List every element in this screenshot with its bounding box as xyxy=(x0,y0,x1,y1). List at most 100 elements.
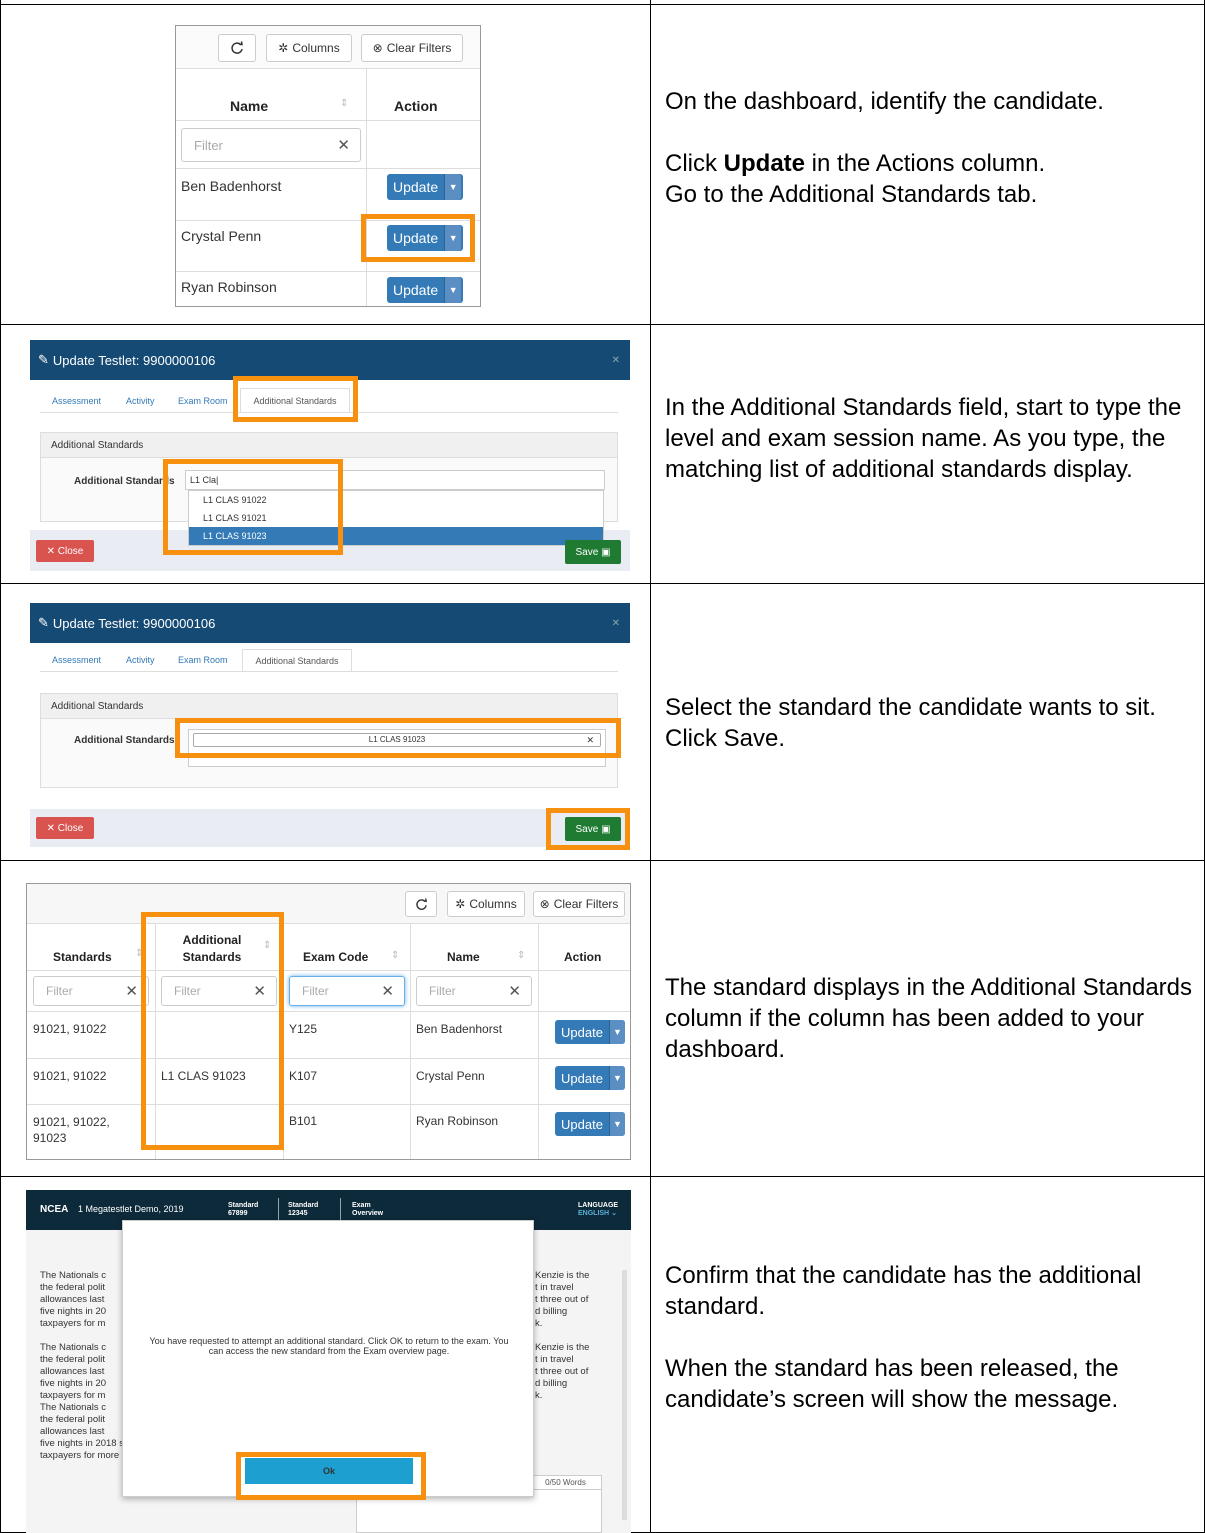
column-divider xyxy=(650,0,651,1533)
dashboard-screenshot: ✲ Columns ⊗ Clear Filters Name ⇕ Action Fi… xyxy=(175,25,481,307)
standards-cell: 91021, 91022 xyxy=(33,1022,107,1036)
columns-button[interactable]: ✲ Columns xyxy=(266,34,352,62)
pencil-icon: ✎ xyxy=(38,615,49,630)
update-button[interactable]: Update ▼ xyxy=(555,1066,625,1090)
name-filter-input[interactable]: Filter ✕ xyxy=(416,976,532,1006)
tab-additional-standards[interactable]: Additional Standards xyxy=(242,649,352,671)
gear-icon: ✲ xyxy=(455,897,466,911)
tab-assessment[interactable]: Assessment xyxy=(52,655,101,665)
tab-activity[interactable]: Activity xyxy=(126,396,155,406)
modal-header: ✎ Update Testlet: 9900000106 ✕ xyxy=(30,603,630,643)
save-icon: ▣ xyxy=(601,546,611,558)
refresh-button[interactable] xyxy=(218,34,256,62)
dialog-message: You have requested to attempt an additio… xyxy=(149,1336,509,1356)
step-2-text: In the Additional Standards field, start… xyxy=(665,394,1182,483)
tab-exam-room[interactable]: Exam Room xyxy=(178,396,228,406)
header-action: Action xyxy=(394,98,438,114)
step-5-text: Confirm that the candidate has the addit… xyxy=(665,1262,1142,1413)
row-divider xyxy=(0,1176,1205,1177)
field-label: Additional Standards xyxy=(74,476,175,487)
header-name[interactable]: Name xyxy=(230,98,268,114)
standards-filter-input[interactable]: Filter ✕ xyxy=(33,976,149,1006)
sort-icon[interactable]: ⇕ xyxy=(340,98,348,109)
highlight-box xyxy=(361,214,475,262)
brand-label: NCEA xyxy=(40,1204,69,1215)
highlight-box xyxy=(236,1452,426,1500)
chevron-down-icon: ⌄ xyxy=(611,1210,617,1217)
exam-code-filter-input[interactable]: Filter ✕ xyxy=(289,976,405,1006)
step-1-text: On the dashboard, identify the candidate… xyxy=(665,88,1104,208)
caret-down-icon[interactable]: ▼ xyxy=(608,1112,625,1136)
name-cell: Ben Badenhorst xyxy=(416,1022,503,1036)
language-select[interactable]: LANGUAGE ENGLISH ⌄ xyxy=(578,1202,618,1218)
clear-x-icon[interactable]: ✕ xyxy=(508,982,521,1000)
caret-down-icon[interactable]: ▼ xyxy=(444,277,462,303)
clear-filters-button[interactable]: ⊗ Clear Filters xyxy=(533,891,625,917)
step-4-text: The standard displays in the Additional … xyxy=(665,974,1193,1063)
update-button[interactable]: Update ▼ xyxy=(387,277,463,303)
exam-code-cell: Y125 xyxy=(289,1022,318,1036)
row-divider xyxy=(0,583,1205,584)
step-3-text: Select the standard the candidate wants … xyxy=(665,694,1156,752)
clear-x-icon[interactable]: ✕ xyxy=(381,982,394,1000)
refresh-button[interactable] xyxy=(405,891,437,917)
row-divider xyxy=(0,324,1205,325)
header-standards[interactable]: Standards xyxy=(53,950,112,964)
close-button[interactable]: ✕ Close xyxy=(36,540,94,562)
passage-right: Kenzie is the t in travel t three out of d … xyxy=(535,1270,590,1401)
name-filter-input[interactable]: Filter ✕ xyxy=(181,128,361,162)
x-icon: ✕ xyxy=(46,545,58,557)
update-button[interactable]: Update ▼ xyxy=(555,1020,625,1044)
save-button[interactable]: Save ▣ xyxy=(565,540,621,564)
highlight-box xyxy=(175,718,621,758)
table-border xyxy=(0,0,1,1533)
header-exam-code[interactable]: Exam Code xyxy=(303,950,368,964)
nav-standard-1[interactable]: Standard 67899 xyxy=(228,1202,258,1218)
word-count: 0/50 Words xyxy=(529,1476,601,1490)
x-icon: ✕ xyxy=(46,822,58,834)
highlight-box xyxy=(546,808,630,850)
refresh-icon xyxy=(415,897,427,910)
highlight-box xyxy=(233,376,358,422)
dashboard-updated-screenshot: ✲ Columns ⊗ Clear Filters Standards ⇕ Addi… xyxy=(26,883,631,1160)
close-x-icon[interactable]: ✕ xyxy=(612,618,620,629)
caret-down-icon[interactable]: ▼ xyxy=(608,1020,625,1044)
name-cell: Crystal Penn xyxy=(416,1069,485,1083)
row-divider xyxy=(0,860,1205,861)
exam-name: 1 Megatestlet Demo, 2019 xyxy=(78,1204,184,1214)
clear-x-icon[interactable]: ✕ xyxy=(337,136,350,154)
tab-activity[interactable]: Activity xyxy=(126,655,155,665)
field-label: Additional Standards xyxy=(74,735,175,746)
exam-code-cell: K107 xyxy=(289,1069,318,1083)
highlight-box xyxy=(163,459,343,555)
update-button[interactable]: Update ▼ xyxy=(387,174,463,200)
exam-code-cell: B101 xyxy=(289,1114,318,1128)
sort-icon[interactable]: ⇕ xyxy=(391,950,399,961)
scrollbar[interactable] xyxy=(622,1270,627,1520)
name-cell: Ryan Robinson xyxy=(181,279,277,295)
clear-icon: ⊗ xyxy=(372,41,383,55)
columns-button[interactable]: ✲ Columns xyxy=(447,891,525,917)
pencil-icon: ✎ xyxy=(38,352,49,367)
tab-assessment[interactable]: Assessment xyxy=(52,396,101,406)
name-cell: Crystal Penn xyxy=(181,228,262,244)
name-cell: Ben Badenhorst xyxy=(181,178,282,194)
nav-exam-overview[interactable]: Exam Overview xyxy=(352,1202,383,1218)
clear-icon: ⊗ xyxy=(539,897,550,911)
update-button[interactable]: Update ▼ xyxy=(555,1112,625,1136)
tab-exam-room[interactable]: Exam Room xyxy=(178,655,228,665)
name-cell: Ryan Robinson xyxy=(416,1114,499,1128)
caret-down-icon[interactable]: ▼ xyxy=(608,1066,625,1090)
caret-down-icon[interactable]: ▼ xyxy=(444,174,462,200)
clear-filters-button[interactable]: ⊗ Clear Filters xyxy=(361,34,463,62)
close-button[interactable]: ✕ Close xyxy=(36,817,94,839)
section-title: Additional Standards xyxy=(40,432,618,458)
clear-x-icon[interactable]: ✕ xyxy=(125,982,138,1000)
standards-cell: 91021, 91022, 91023 xyxy=(33,1115,110,1145)
header-name[interactable]: Name xyxy=(447,950,480,964)
sort-icon[interactable]: ⇕ xyxy=(517,950,525,961)
refresh-icon xyxy=(231,41,243,54)
close-x-icon[interactable]: ✕ xyxy=(612,355,620,366)
gear-icon: ✲ xyxy=(278,41,289,55)
nav-standard-2[interactable]: Standard 12345 xyxy=(288,1202,318,1218)
